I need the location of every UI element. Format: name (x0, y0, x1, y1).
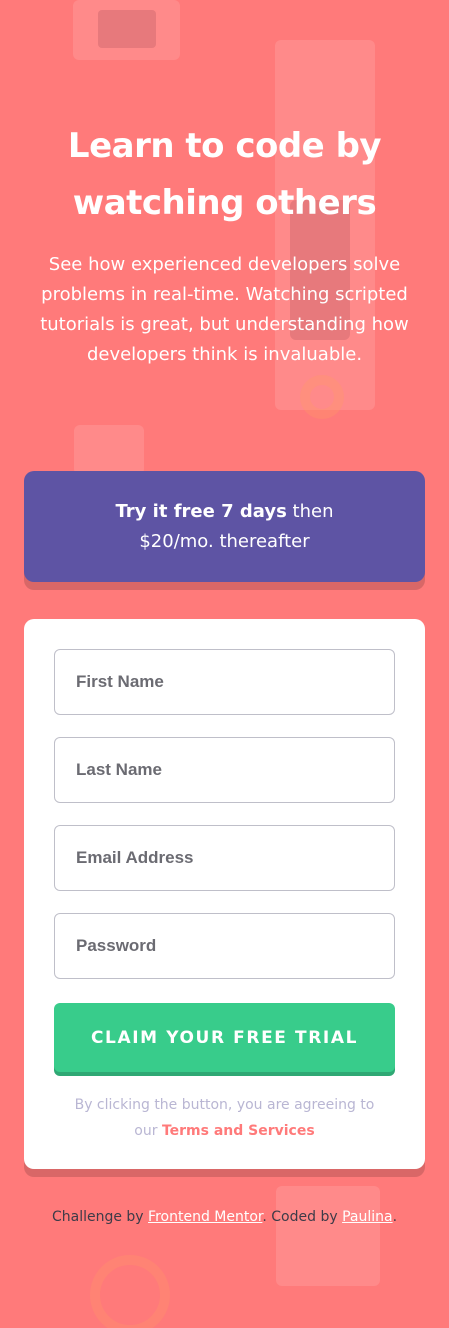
promo-line-1: Try it free 7 days then (64, 497, 385, 527)
background-pattern (74, 425, 144, 475)
frontend-mentor-link[interactable]: Frontend Mentor (148, 1209, 262, 1225)
footer-suffix: . (392, 1209, 398, 1225)
last-name-field[interactable]: Last Name (54, 737, 395, 803)
background-pattern (276, 1186, 380, 1286)
page-title: Learn to code by watching others (67, 126, 382, 223)
first-name-field[interactable]: First Name (54, 649, 395, 715)
promo-line-2: $20/mo. thereafter (139, 530, 310, 552)
background-pattern (90, 1255, 170, 1328)
footer-prefix: Challenge by (51, 1209, 149, 1225)
email-placeholder: Email Address (76, 848, 194, 867)
email-field[interactable]: Email Address (54, 825, 395, 891)
signup-form: First Name Last Name Email Address Passw… (24, 619, 425, 1169)
promo-bold-text: Try it free 7 days (115, 500, 287, 522)
intro-section: Learn to code by watching others See how… (0, 118, 449, 370)
attribution-footer: Challenge by Frontend Mentor. Coded by P… (0, 1209, 449, 1225)
author-link[interactable]: Paulina (342, 1209, 393, 1225)
claim-trial-button[interactable]: CLAIM YOUR FREE TRIAL (54, 1003, 395, 1072)
terms-notice: By clicking the button, you are agreeing… (54, 1092, 395, 1144)
footer-middle: . Coded by (262, 1209, 343, 1225)
background-pattern (98, 10, 156, 48)
promo-then-text: then (286, 500, 334, 522)
intro-description: See how experienced developers solve pro… (40, 254, 409, 365)
first-name-placeholder: First Name (76, 672, 164, 691)
last-name-placeholder: Last Name (76, 760, 162, 779)
trial-promo-banner: Try it free 7 days then $20/mo. thereaft… (24, 471, 425, 582)
password-placeholder: Password (76, 936, 157, 955)
background-pattern (300, 375, 344, 419)
terms-link[interactable]: Terms and Services (162, 1123, 315, 1139)
password-field[interactable]: Password (54, 913, 395, 979)
